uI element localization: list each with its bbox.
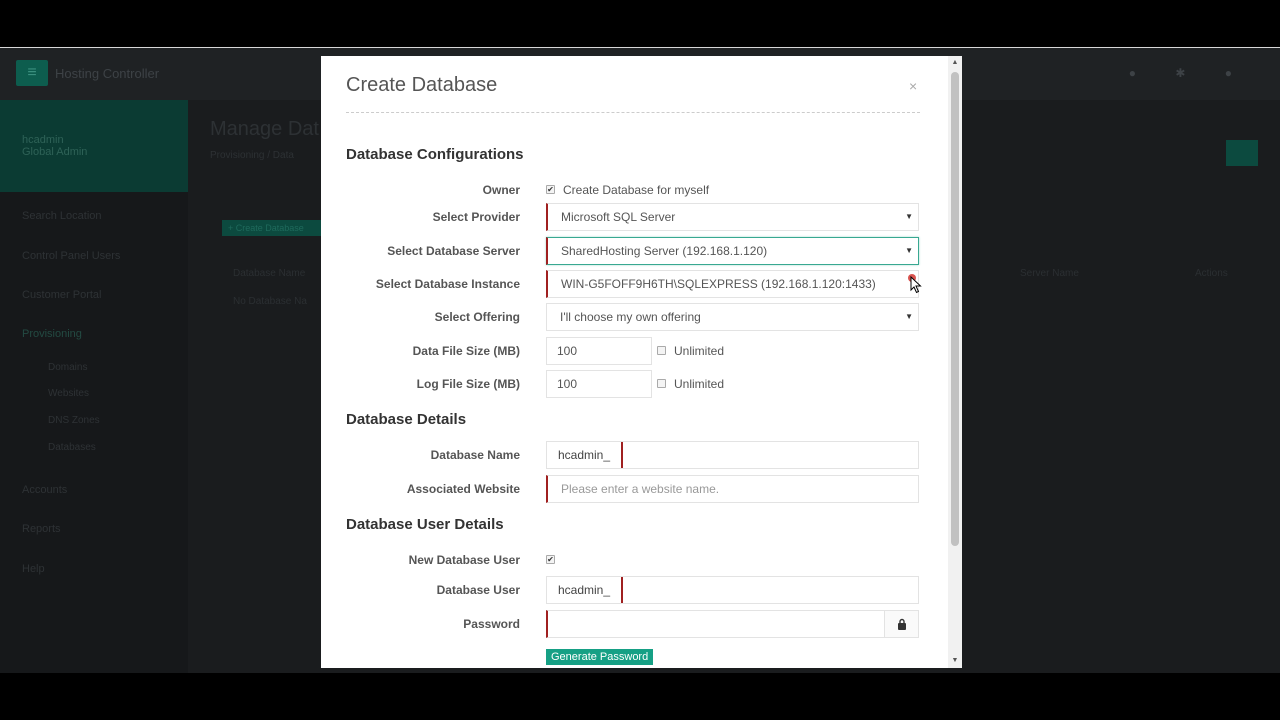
modal-scrollbar[interactable]: ▲ ▼ (948, 56, 962, 668)
sidebar-subitem: DNS Zones (48, 415, 100, 426)
db-name-prefix: hcadmin_ (547, 442, 623, 468)
lock-glyph (897, 618, 906, 631)
user-role: Global Admin (22, 146, 88, 158)
sidebar-item: Customer Portal (22, 289, 102, 301)
instance-label: Select Database Instance (375, 277, 520, 291)
data-unlimited-checkbox[interactable] (657, 346, 666, 355)
sidebar-item: Reports (22, 523, 61, 535)
instance-select[interactable]: WIN-G5FOFF9H6TH\SQLEXPRESS (192.168.1.12… (546, 270, 919, 298)
data-size-input[interactable]: 100 (546, 337, 652, 365)
breadcrumb: Provisioning / Data (210, 150, 294, 161)
provider-label: Select Provider (432, 210, 520, 224)
top-icons: ● ✱ ● (1128, 66, 1250, 80)
log-unlimited-checkbox[interactable] (657, 379, 666, 388)
modal-title: Create Database (346, 74, 498, 96)
brand-name: Hosting Controller (55, 66, 160, 81)
log-size-input[interactable]: 100 (546, 370, 652, 398)
db-name-label: Database Name (430, 448, 520, 462)
close-icon[interactable]: × (909, 78, 917, 94)
sidebar-subitem: Domains (48, 362, 88, 373)
section-title-user: Database User Details (346, 516, 504, 533)
db-user-input[interactable]: hcadmin_ (546, 576, 919, 604)
table-header: Database Name (233, 268, 306, 279)
sidebar-item: Control Panel Users (22, 250, 121, 262)
sidebar: hcadmin Global Admin Search Location Con… (0, 100, 188, 673)
provider-select[interactable]: Microsoft SQL Server ▼ (546, 203, 919, 231)
server-value: SharedHosting Server (192.168.1.120) (561, 244, 768, 258)
db-user-label: Database User (436, 583, 520, 597)
offering-select[interactable]: I'll choose my own offering ▼ (546, 303, 919, 331)
provider-value: Microsoft SQL Server (561, 210, 676, 224)
menu-icon: ≡ (16, 60, 48, 86)
chevron-down-icon: ▼ (905, 246, 913, 255)
sidebar-item-provisioning: Provisioning (22, 328, 82, 340)
instance-value: WIN-G5FOFF9H6TH\SQLEXPRESS (192.168.1.12… (561, 277, 876, 291)
page-title: Manage Dat (210, 118, 319, 140)
server-label: Select Database Server (387, 244, 520, 258)
sidebar-item: Search Location (22, 210, 102, 222)
lock-icon[interactable] (884, 611, 918, 637)
sidebar-item: Accounts (22, 484, 68, 496)
website-label: Associated Website (406, 482, 520, 496)
section-title-configurations: Database Configurations (346, 146, 524, 163)
sidebar-subitem: Databases (48, 442, 96, 453)
db-user-prefix: hcadmin_ (547, 577, 623, 603)
scroll-thumb[interactable] (951, 72, 959, 546)
user-name: hcadmin (22, 134, 64, 146)
scroll-down-icon[interactable]: ▼ (948, 654, 962, 668)
chevron-down-icon: ▼ (905, 212, 913, 221)
data-size-label: Data File Size (MB) (412, 344, 520, 358)
scroll-up-icon[interactable]: ▲ (948, 56, 962, 70)
password-label: Password (463, 617, 520, 631)
new-user-label: New Database User (408, 553, 520, 567)
owner-label: Owner (482, 183, 520, 197)
data-unlimited-label: Unlimited (674, 344, 725, 358)
table-header: Server Name (1020, 268, 1079, 279)
modal-body: Create Database × Database Configuration… (321, 56, 948, 668)
server-select[interactable]: SharedHosting Server (192.168.1.120) ▼ (546, 237, 919, 265)
chevron-down-icon: ▼ (905, 312, 913, 321)
website-placeholder: Please enter a website name. (561, 482, 720, 496)
owner-checkbox-label: Create Database for myself (563, 183, 710, 197)
log-size-label: Log File Size (MB) (416, 377, 520, 391)
log-unlimited-label: Unlimited (674, 377, 725, 391)
search-button (1226, 140, 1258, 166)
sidebar-subitem: Websites (48, 388, 89, 399)
divider (346, 112, 920, 113)
offering-value: I'll choose my own offering (560, 310, 701, 324)
mouse-cursor-icon (910, 276, 922, 294)
user-panel: hcadmin Global Admin (0, 100, 188, 192)
app-frame: ≡ Hosting Controller ● ✱ ● hcadmin Globa… (0, 47, 1280, 673)
password-input[interactable] (546, 610, 919, 638)
new-user-checkbox[interactable]: ✔ (546, 555, 555, 564)
create-database-modal: Create Database × Database Configuration… (321, 56, 962, 668)
db-name-input[interactable]: hcadmin_ (546, 441, 919, 469)
website-input[interactable]: Please enter a website name. (546, 475, 919, 503)
owner-checkbox[interactable]: ✔ (546, 185, 555, 194)
table-header: Actions (1195, 268, 1228, 279)
create-database-button: + Create Database (222, 220, 322, 236)
section-title-details: Database Details (346, 411, 467, 428)
generate-password-button[interactable]: Generate Password (546, 649, 654, 665)
offering-label: Select Offering (434, 310, 520, 324)
sidebar-item: Help (22, 563, 45, 575)
table-empty-row: No Database Na (233, 296, 307, 307)
